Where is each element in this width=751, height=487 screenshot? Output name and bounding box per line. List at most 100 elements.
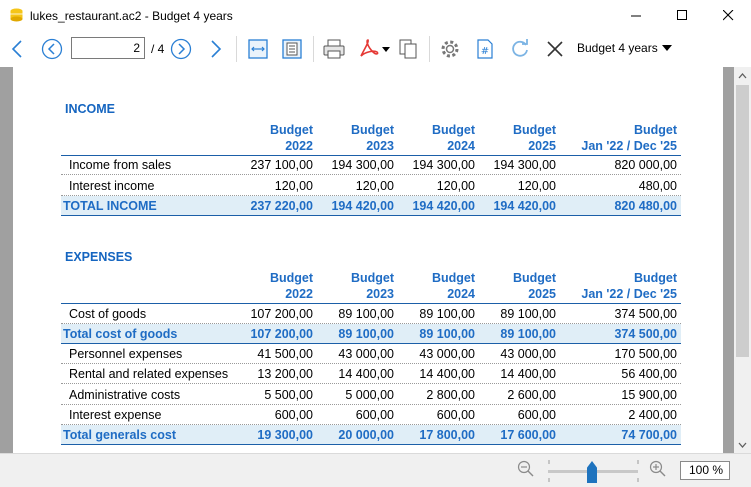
- row-label: Total generals cost: [63, 428, 176, 442]
- total-row: TOTAL INCOME 237 220,00 194 420,00 194 4…: [61, 196, 681, 216]
- cell-value: 14 400,00: [338, 367, 394, 381]
- toolbar: 2 / 4 # Budget 4 years: [0, 31, 751, 67]
- cell-value: 120,00: [355, 179, 394, 193]
- cell-value: 107 200,00: [250, 327, 313, 341]
- cell-value: 56 400,00: [621, 367, 677, 381]
- circle-right-icon: [170, 38, 192, 60]
- chevron-right-icon: [211, 40, 222, 58]
- cell-value: 20 000,00: [338, 428, 394, 442]
- cell-value: 2 800,00: [426, 388, 475, 402]
- cell-value: 15 900,00: [621, 388, 677, 402]
- minimize-icon: [630, 15, 641, 17]
- col-header-2023: Budget 2023: [350, 271, 394, 301]
- chevron-left-icon: [11, 40, 22, 58]
- vertical-scrollbar[interactable]: [734, 67, 751, 453]
- refresh-button[interactable]: [507, 31, 533, 67]
- cell-value: 17 600,00: [500, 428, 556, 442]
- scroll-down-button[interactable]: [734, 436, 751, 453]
- col-header-2023: Budget 2023: [350, 123, 394, 153]
- table-row: Income from sales 237 100,00 194 300,00 …: [61, 155, 681, 175]
- close-report-button[interactable]: [543, 31, 567, 67]
- chevron-up-icon: [738, 72, 747, 78]
- cell-value: 194 420,00: [412, 199, 475, 213]
- zoom-in-icon[interactable]: [649, 460, 667, 478]
- cell-value: 237 220,00: [250, 199, 313, 213]
- cell-value: 600,00: [517, 408, 556, 422]
- row-label: Administrative costs: [69, 388, 181, 402]
- cell-value: 194 420,00: [331, 199, 394, 213]
- cell-value: 89 100,00: [500, 307, 556, 321]
- circle-left-icon: [41, 38, 63, 60]
- fit-width-icon: [248, 39, 268, 59]
- minimize-button[interactable]: [613, 0, 659, 31]
- previous-page-button[interactable]: [40, 31, 64, 67]
- print-button[interactable]: [320, 31, 348, 67]
- cell-value: 43 000,00: [500, 347, 556, 361]
- cell-value: 19 300,00: [257, 428, 313, 442]
- cell-value: 194 420,00: [493, 199, 556, 213]
- cell-value: 600,00: [355, 408, 394, 422]
- cell-value: 120,00: [436, 179, 475, 193]
- fit-page-icon: [282, 39, 302, 59]
- app-icon: [10, 8, 23, 22]
- cell-value: 820 480,00: [614, 199, 677, 213]
- cell-value: 13 200,00: [257, 367, 313, 381]
- cell-value: 5 500,00: [264, 388, 313, 402]
- table-row: Personnel expenses 41 500,00 43 000,00 4…: [61, 344, 681, 364]
- col-header-2024: Budget 2024: [431, 271, 475, 301]
- cell-value: 600,00: [274, 408, 313, 422]
- cell-value: 5 000,00: [345, 388, 394, 402]
- col-header-total: Budget Jan '22 / Dec '25: [581, 123, 677, 153]
- fit-page-button[interactable]: [279, 31, 305, 67]
- total-row: Total generals cost 19 300,00 20 000,00 …: [61, 425, 681, 445]
- settings-button[interactable]: [437, 31, 463, 67]
- table-row: Cost of goods 107 200,00 89 100,00 89 10…: [61, 304, 681, 324]
- export-pdf-button[interactable]: [355, 31, 393, 67]
- zoom-out-icon[interactable]: [517, 460, 535, 478]
- cell-value: 41 500,00: [257, 347, 313, 361]
- row-label: Income from sales: [69, 158, 172, 172]
- cell-value: 237 100,00: [250, 158, 313, 172]
- title-bar: lukes_restaurant.ac2 - Budget 4 years: [0, 0, 751, 31]
- col-header-2022: Budget 2022: [269, 123, 313, 153]
- chevron-down-icon[interactable]: [662, 45, 672, 51]
- cell-value: 820 000,00: [614, 158, 677, 172]
- cell-value: 194 300,00: [493, 158, 556, 172]
- cell-value: 2 600,00: [507, 388, 556, 402]
- gear-icon: [441, 40, 459, 58]
- window-title: lukes_restaurant.ac2 - Budget 4 years: [30, 9, 233, 23]
- cell-value: 74 700,00: [621, 428, 677, 442]
- maximize-button[interactable]: [659, 0, 705, 31]
- forward-button[interactable]: [205, 31, 227, 67]
- scroll-thumb[interactable]: [736, 85, 749, 357]
- copy-button[interactable]: [395, 31, 421, 67]
- col-header-2025: Budget 2025: [512, 123, 556, 153]
- fit-width-button[interactable]: [245, 31, 271, 67]
- hash-document-icon: #: [477, 39, 493, 59]
- chevron-down-icon: [738, 442, 747, 448]
- page-number-input[interactable]: 2: [71, 37, 145, 59]
- cell-value: 194 300,00: [331, 158, 394, 172]
- table-row: Administrative costs 5 500,00 5 000,00 2…: [61, 385, 681, 405]
- zoom-level-field[interactable]: 100 %: [680, 461, 730, 480]
- cell-value: 120,00: [517, 179, 556, 193]
- table-row: Interest income 120,00 120,00 120,00 120…: [61, 176, 681, 196]
- cell-value: 17 800,00: [419, 428, 475, 442]
- cell-value: 43 000,00: [338, 347, 394, 361]
- row-label: Rental and related expenses: [69, 367, 229, 381]
- cell-value: 194 300,00: [412, 158, 475, 172]
- close-icon: [547, 41, 563, 57]
- col-header-2025: Budget 2025: [512, 271, 556, 301]
- view-selector[interactable]: Budget 4 years: [577, 41, 658, 55]
- row-label: Total cost of goods: [63, 327, 178, 341]
- col-header-total: Budget Jan '22 / Dec '25: [581, 271, 677, 301]
- row-label: Interest income: [69, 179, 155, 193]
- scroll-up-button[interactable]: [734, 67, 751, 84]
- back-button[interactable]: [6, 31, 28, 67]
- close-window-button[interactable]: [705, 0, 751, 31]
- number-format-button[interactable]: #: [472, 31, 498, 67]
- cell-value: 89 100,00: [338, 327, 394, 341]
- report-page: INCOME Budget 2022 Budget 2023 Budget 2024 …: [13, 67, 723, 453]
- table-row: Interest expense 600,00 600,00 600,00 60…: [61, 405, 681, 425]
- next-page-button[interactable]: [169, 31, 193, 67]
